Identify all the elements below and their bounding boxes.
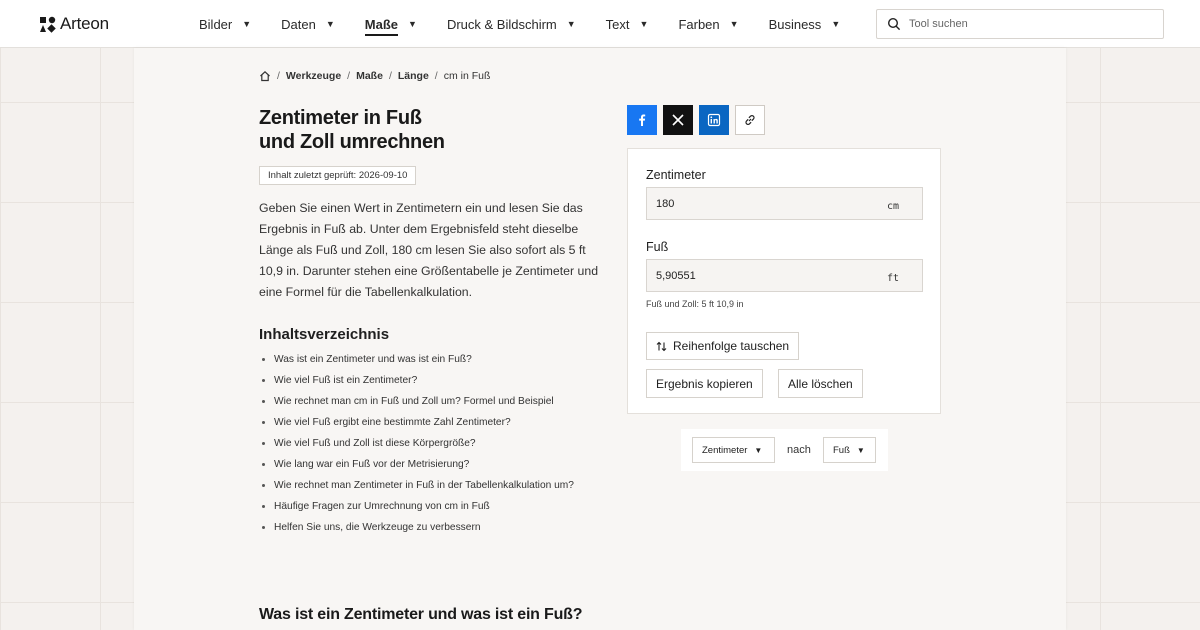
search-input[interactable] <box>909 18 1149 30</box>
nav-label: Text <box>605 16 630 32</box>
caret-down-icon: ▼ <box>831 19 841 29</box>
logo-icon <box>40 16 56 33</box>
share-buttons <box>627 105 765 135</box>
caret-down-icon: ▼ <box>566 19 576 29</box>
nav-item-farben[interactable]: Farben ▼ <box>678 0 738 48</box>
logo-text: Arteon <box>60 14 109 33</box>
caret-down-icon: ▼ <box>325 19 335 29</box>
nav-item-text[interactable]: Text ▼ <box>606 0 649 48</box>
share-x-button[interactable] <box>663 105 693 135</box>
caret-down-icon: ▼ <box>856 445 865 455</box>
feet-output[interactable]: 5,90551 ft <box>646 259 923 292</box>
converter-card: Zentimeter 180 cm Fuß 5,90551 ft Fuß und… <box>627 148 941 414</box>
main-nav: Bilder ▼ Daten ▼ Maße ▼ Druck & Bildschi… <box>199 0 870 48</box>
feet-value: 5,90551 <box>656 269 696 282</box>
centimeter-value: 180 <box>656 197 675 210</box>
toc-item[interactable]: Helfen Sie uns, die Werkzeuge zu verbess… <box>259 521 589 535</box>
x-icon <box>672 114 684 126</box>
facebook-icon <box>639 114 646 126</box>
from-unit-value: Zentimeter <box>702 444 748 456</box>
share-facebook-button[interactable] <box>627 105 657 135</box>
feet-unit: ft <box>886 273 899 284</box>
breadcrumb-separator: / <box>434 70 438 82</box>
nav-item-daten[interactable]: Daten ▼ <box>281 0 335 48</box>
page-title: Zentimeter in Fuß und Zoll umrechnen <box>259 106 579 154</box>
breadcrumb-separator: / <box>277 70 280 82</box>
swap-order-label: Reihenfolge tauschen <box>673 339 790 353</box>
nav-label: Business <box>768 16 822 32</box>
nav-item-druck-bildschirm[interactable]: Druck & Bildschirm ▼ <box>447 0 576 48</box>
intro-text: Geben Sie einen Wert in Zentimetern ein … <box>259 201 599 299</box>
unit-connector: nach <box>787 444 811 456</box>
swap-arrows-icon <box>656 341 667 351</box>
logo[interactable]: Arteon <box>39 14 109 34</box>
toc-item[interactable]: Häufige Fragen zur Umrechnung von cm in … <box>259 500 589 514</box>
breadcrumb-current: cm in Fuß <box>443 70 491 82</box>
last-checked-badge: Inhalt zuletzt geprüft: 2026-09-10 <box>259 166 417 185</box>
linkedin-icon <box>707 113 721 127</box>
nav-label: Druck & Bildschirm <box>446 16 557 32</box>
swap-order-button[interactable]: Reihenfolge tauschen <box>646 332 800 360</box>
toc-title: Inhaltsverzeichnis <box>259 326 390 343</box>
caret-down-icon: ▼ <box>639 19 649 29</box>
from-field-label: Zentimeter <box>646 168 706 182</box>
copy-link-button[interactable] <box>735 105 765 135</box>
caret-down-icon: ▼ <box>408 19 417 29</box>
share-linkedin-button[interactable] <box>699 105 729 135</box>
toc-item[interactable]: Wie viel Fuß und Zoll ist diese Körpergr… <box>259 437 589 451</box>
unit-selector-row: Zentimeter ▼ nach Fuß ▼ <box>681 429 888 471</box>
toc-item[interactable]: Wie rechnet man Zentimeter in Fuß in der… <box>259 479 589 493</box>
toc-item[interactable]: Was ist ein Zentimeter und was ist ein F… <box>259 353 589 367</box>
breadcrumb-masse[interactable]: Maße <box>356 70 383 82</box>
caret-down-icon: ▼ <box>242 19 252 29</box>
link-icon <box>745 115 755 125</box>
centimeter-input[interactable]: 180 cm <box>646 187 923 220</box>
breadcrumb-separator: / <box>347 70 351 82</box>
copy-result-label: Ergebnis kopieren <box>656 376 753 391</box>
feet-inches-result: Fuß und Zoll: 5 ft 10,9 in <box>646 299 744 309</box>
page-title-line-1: Zentimeter in Fuß <box>259 107 422 129</box>
nav-item-business[interactable]: Business ▼ <box>769 0 841 48</box>
caret-down-icon: ▼ <box>754 445 763 455</box>
breadcrumb: / Werkzeuge / Maße / Länge / cm in Fuß <box>259 69 490 83</box>
breadcrumb-werkzeuge[interactable]: Werkzeuge <box>286 70 341 82</box>
breadcrumb-laenge[interactable]: Länge <box>398 70 429 82</box>
nav-item-bilder[interactable]: Bilder ▼ <box>199 0 251 48</box>
caret-down-icon: ▼ <box>729 19 739 29</box>
search-icon <box>887 17 901 31</box>
tool-search <box>876 9 1164 39</box>
table-of-contents: Was ist ein Zentimeter und was ist ein F… <box>259 353 589 542</box>
nav-item-masse[interactable]: Maße ▼ <box>364 0 417 48</box>
top-navigation-bar: Arteon Bilder ▼ Daten ▼ Maße ▼ Druck & B… <box>0 0 1200 48</box>
nav-label: Bilder <box>199 16 233 32</box>
toc-item[interactable]: Wie viel Fuß ergibt eine bestimmte Zahl … <box>259 416 589 430</box>
toc-item[interactable]: Wie lang war ein Fuß vor der Metrisierun… <box>259 458 589 472</box>
clear-all-button[interactable]: Alle löschen <box>778 369 863 398</box>
nav-label: Daten <box>281 16 316 32</box>
toc-item[interactable]: Wie viel Fuß ist ein Zentimeter? <box>259 374 589 388</box>
to-field-label: Fuß <box>646 240 669 254</box>
breadcrumb-separator: / <box>388 70 392 82</box>
centimeter-unit: cm <box>886 201 899 212</box>
copy-result-button[interactable]: Ergebnis kopieren <box>646 369 763 398</box>
toc-item[interactable]: Wie rechnet man cm in Fuß und Zoll um? F… <box>259 395 589 409</box>
home-icon[interactable] <box>259 70 271 82</box>
nav-label: Farben <box>678 16 720 32</box>
nav-label: Maße <box>364 17 399 36</box>
from-unit-select[interactable]: Zentimeter ▼ <box>692 437 775 463</box>
to-unit-select[interactable]: Fuß ▼ <box>823 437 876 463</box>
to-unit-value: Fuß <box>833 444 850 456</box>
section-heading: Was ist ein Zentimeter und was ist ein F… <box>259 606 583 623</box>
clear-all-label: Alle löschen <box>788 376 853 391</box>
page-title-line-2: und Zoll umrechnen <box>259 131 445 153</box>
